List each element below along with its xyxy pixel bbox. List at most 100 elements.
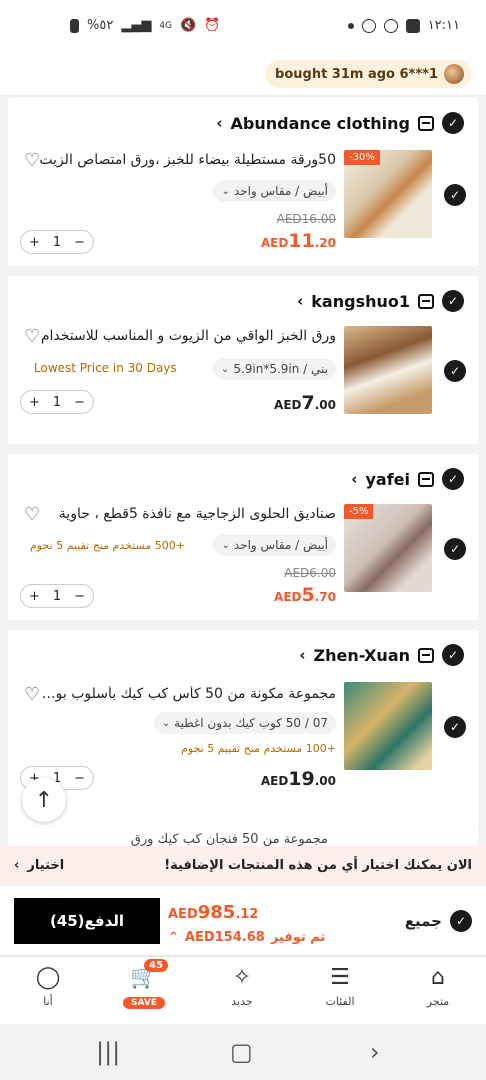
discount-badge: -30% (344, 150, 380, 165)
total-fraction: .12 (235, 907, 259, 922)
tab-new-label: جديد (231, 995, 253, 1008)
increase-qty-button[interactable]: + (29, 395, 40, 410)
lowest-price-tag: Lowest Price in 30 Days (34, 361, 177, 375)
product-image[interactable]: -30% (344, 150, 432, 238)
chevron-left-icon: ‹ (297, 292, 304, 310)
product-image[interactable] (344, 326, 432, 414)
shop-checkbox[interactable]: ✓ (442, 290, 464, 312)
wishlist-heart-icon[interactable]: ♡ (24, 684, 40, 705)
shop-checkbox[interactable]: ✓ (442, 112, 464, 134)
tab-store-label: متجر (426, 995, 450, 1008)
item-checkbox[interactable]: ✓ (444, 184, 466, 206)
scroll-to-top-button[interactable]: ↑ (22, 778, 66, 822)
store-icon (418, 115, 434, 131)
addon-message: الان يمكنك اختيار أي من هذه المنتجات الإ… (164, 857, 472, 873)
chevron-up-icon: ⌃ (168, 930, 179, 945)
choose-link[interactable]: ‹ اختيار (14, 858, 64, 873)
quantity-value: 1 (52, 394, 62, 410)
wishlist-heart-icon[interactable]: ♡ (24, 150, 40, 171)
home-icon: ⌂ (431, 965, 445, 990)
peek-title: مجموعة من 50 فنجان كب كيك ورق (130, 832, 328, 846)
quantity-stepper[interactable]: + 1 − (20, 390, 94, 414)
clock-time: ١٢:١١ (427, 18, 460, 33)
alarm-icon: ⏰ (204, 18, 221, 33)
item-checkbox[interactable]: ✓ (444, 538, 466, 560)
increase-qty-button[interactable]: + (29, 235, 40, 250)
wishlist-heart-icon[interactable]: ♡ (24, 504, 40, 525)
gallery-icon (405, 18, 420, 33)
bought-text: bought 31m ago 6***1 (275, 66, 438, 82)
bought-banner: bought 31m ago 6***1 (265, 60, 472, 88)
quantity-stepper[interactable]: + 1 − (20, 230, 94, 254)
chevron-left-icon: ‹ (351, 470, 358, 488)
saved-value: AED154.68 (184, 930, 265, 945)
battery-icon (70, 18, 79, 33)
shop-checkbox[interactable]: ✓ (442, 468, 464, 490)
shop-header[interactable]: ‹ kangshuo1 ✓ (297, 290, 464, 312)
shop-header[interactable]: ‹ Zhen-Xuan ✓ (299, 644, 464, 666)
price: AED5.70 (274, 584, 336, 606)
wishlist-heart-icon[interactable]: ♡ (24, 326, 40, 347)
checkout-button[interactable]: الدفع(45) (14, 898, 160, 944)
product-title[interactable]: صناديق الحلوى الزجاجية مع نافذة 5قطع ، ح… (36, 506, 336, 522)
tab-cart[interactable]: 45 🛒 SAVE (104, 959, 184, 1009)
product-image[interactable]: -5% (344, 504, 432, 592)
quantity-value: 1 (52, 588, 62, 604)
addon-bar[interactable]: ‹ اختيار الان يمكنك اختيار أي من هذه الم… (0, 846, 486, 884)
status-right: ١٢:١١ (347, 18, 460, 33)
price: AED7.00 (274, 392, 336, 414)
store-icon (418, 471, 434, 487)
battery-percent: %٥٢ (87, 18, 114, 33)
arrow-up-icon: ↑ (34, 787, 54, 813)
product-image[interactable] (344, 682, 432, 770)
tab-new[interactable]: ✧ جديد (202, 965, 282, 1008)
decrease-qty-button[interactable]: − (74, 235, 85, 250)
recent-apps-icon[interactable]: ||| (96, 1038, 120, 1066)
discount-badge: -5% (344, 504, 374, 519)
quantity-stepper[interactable]: + 1 − (20, 584, 94, 608)
increase-qty-button[interactable]: + (29, 589, 40, 604)
rating-tag: +100 مستخدم منح تقييم 5 نجوم (181, 742, 336, 755)
tab-me[interactable]: ◯ أنا (8, 965, 88, 1008)
chevron-left-icon: ‹ (216, 114, 223, 132)
decrease-qty-button[interactable]: − (74, 771, 85, 786)
decrease-qty-button[interactable]: − (74, 589, 85, 604)
home-button-icon[interactable]: ▢ (230, 1038, 253, 1066)
sparkle-bag-icon: ✧ (232, 965, 252, 990)
back-button-icon[interactable]: › (370, 1038, 380, 1066)
item-checkbox[interactable]: ✓ (444, 716, 466, 738)
rating-tag: +500 مستخدم منح تقييم 5 نجوم (30, 539, 185, 552)
item-checkbox[interactable]: ✓ (444, 360, 466, 382)
variant-label: أبيض / مقاس واحد (233, 184, 328, 198)
original-price: AED6.00 (284, 566, 336, 580)
cart-save-pill: SAVE (123, 997, 165, 1009)
savings-info[interactable]: ⌃ AED154.68 تم توفير (168, 930, 325, 945)
product-title[interactable]: 50ورقة مستطيلة بيضاء للخبز ،ورق امتصاص ا… (36, 152, 336, 168)
mute-icon: 🔇 (180, 18, 197, 33)
select-all-checkbox[interactable]: ✓ (450, 910, 472, 932)
variant-selector[interactable]: 07 / 50 كوب كيك بدون اغطية ⌄ (153, 712, 336, 734)
tab-categories[interactable]: ☰ الفئات (300, 965, 380, 1008)
variant-label: بني / 5.9in*5.9in (233, 362, 328, 376)
product-title[interactable]: مجموعة مكونة من 50 كأس كب كيك بأسلوب بوه… (36, 686, 336, 702)
lowest-price-label: Lowest Price in 30 Days (34, 361, 177, 375)
tab-store[interactable]: ⌂ متجر (398, 965, 478, 1008)
product-title[interactable]: ورق الخبز الواقي من الزيوت و المناسب للا… (36, 328, 336, 344)
decrease-qty-button[interactable]: − (74, 395, 85, 410)
shop-name: kangshuo1 (311, 291, 410, 311)
select-all[interactable]: جميع ✓ (405, 910, 472, 932)
original-price: AED16.00 (276, 212, 336, 226)
variant-selector[interactable]: أبيض / مقاس واحد ⌄ (213, 534, 336, 556)
shop-header[interactable]: ‹ Abundance clothing ✓ (216, 112, 464, 134)
variant-selector[interactable]: أبيض / مقاس واحد ⌄ (213, 180, 336, 202)
price-main: 7 (301, 392, 315, 414)
variant-label: 07 / 50 كوب كيك بدون اغطية (174, 716, 328, 730)
categories-search-icon: ☰ (330, 965, 350, 990)
price-currency: AED (274, 398, 302, 412)
variant-selector[interactable]: بني / 5.9in*5.9in ⌄ (212, 358, 336, 380)
notification-dot-icon (347, 22, 354, 29)
shop-card: ‹ yafei ✓ ✓ -5% صناديق الحلوى الزجاجية م… (8, 454, 478, 620)
shop-header[interactable]: ‹ yafei ✓ (351, 468, 464, 490)
rating-label: +500 مستخدم منح تقييم 5 نجوم (30, 539, 185, 552)
shop-checkbox[interactable]: ✓ (442, 644, 464, 666)
